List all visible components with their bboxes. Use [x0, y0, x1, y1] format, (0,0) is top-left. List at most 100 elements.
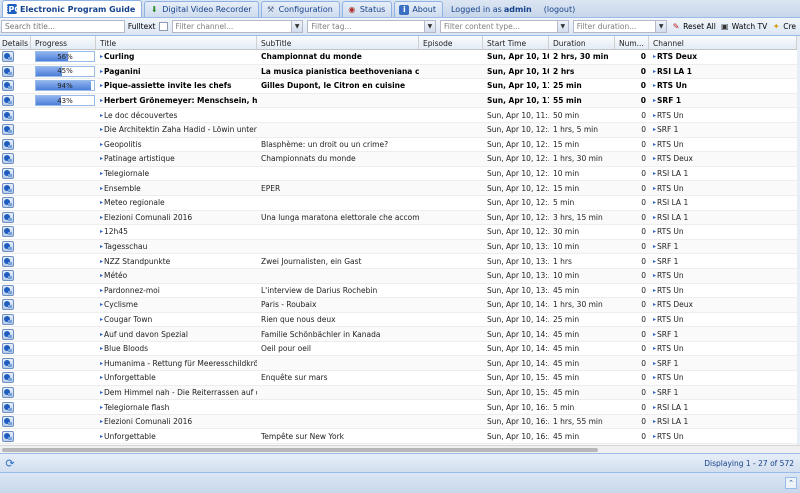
- tag-filter[interactable]: Filter tag... ▼: [307, 20, 436, 33]
- column-header-channel[interactable]: Channel: [649, 36, 797, 49]
- progress-cell: [31, 284, 96, 298]
- details-icon[interactable]: [2, 109, 14, 121]
- tab-about[interactable]: i About: [394, 1, 443, 17]
- details-icon[interactable]: [2, 255, 14, 267]
- content-type-filter[interactable]: Filter content type... ▼: [439, 20, 569, 33]
- edit-marker-icon: ▸: [653, 432, 657, 440]
- table-row[interactable]: ▸ Météo Sun, Apr 10, 13:... 10 min 0 ▸ RTS Un: [0, 268, 797, 284]
- table-row[interactable]: ▸ Meteo regionale Sun, Apr 10, 12:... 5 min…: [0, 196, 797, 211]
- column-header-subtitle[interactable]: SubTitle: [257, 36, 419, 49]
- table-row[interactable]: ▸ Die Architektin Zaha Hadid - Löwin unte…: [0, 122, 797, 138]
- details-icon[interactable]: [2, 65, 14, 77]
- details-icon[interactable]: [2, 357, 14, 369]
- table-row[interactable]: ▸ Cougar Town Rien que nous deux Sun, Apr 1…: [0, 313, 797, 328]
- details-cell: [0, 269, 31, 283]
- details-icon[interactable]: [2, 430, 14, 442]
- fulltext-toggle[interactable]: Fulltext: [128, 22, 168, 31]
- column-header-title[interactable]: Title: [96, 36, 257, 49]
- details-icon[interactable]: [2, 211, 14, 223]
- create-button[interactable]: ✦ Cre: [771, 22, 796, 32]
- details-icon[interactable]: [2, 182, 14, 194]
- channel-filter[interactable]: Filter channel... ▼: [171, 20, 304, 33]
- details-icon[interactable]: [2, 80, 14, 92]
- table-row[interactable]: ▸ Le doc découvertes Sun, Apr 10, 11:... 50…: [0, 108, 797, 123]
- progress-cell: [31, 269, 96, 283]
- row-duration: 25 min: [553, 314, 580, 324]
- duration-filter[interactable]: Filter duration... ▼: [572, 20, 668, 33]
- chevron-down-icon[interactable]: ▼: [423, 21, 435, 32]
- table-row[interactable]: ▸ Tagesschau Sun, Apr 10, 13:... 10 min 0 ▸ SR…: [0, 239, 797, 255]
- progress-cell: [31, 211, 96, 225]
- chevron-down-icon[interactable]: ▼: [556, 21, 568, 32]
- table-row[interactable]: 43%▸Herbert Grönemeyer: Menschsein, hier…: [0, 93, 797, 109]
- tab-status[interactable]: ◉ Status: [341, 1, 393, 17]
- horizontal-scroll-thumb[interactable]: [2, 448, 598, 452]
- table-row[interactable]: ▸ NZZ Standpunkte Zwei Journalisten, ein G…: [0, 254, 797, 269]
- details-icon[interactable]: [2, 138, 14, 150]
- column-header-episode[interactable]: Episode: [419, 36, 483, 49]
- details-icon[interactable]: [2, 416, 14, 428]
- reset-all-button[interactable]: ✎ Reset All: [671, 22, 716, 32]
- title-search-input[interactable]: [1, 20, 125, 33]
- table-row[interactable]: ▸ Patinage artistique Championnats du mond…: [0, 152, 797, 167]
- chevron-down-icon[interactable]: ▼: [291, 21, 303, 32]
- table-row[interactable]: ▸ Geopolitis Blasphème: un droit ou un cri…: [0, 138, 797, 153]
- details-icon[interactable]: [2, 124, 14, 136]
- chevron-down-icon[interactable]: ▼: [655, 21, 667, 32]
- table-row[interactable]: ▸Dem Himmel nah - Die Reiterrassen auf d…: [0, 385, 797, 401]
- table-row[interactable]: ▸ Elezioni Comunali 2016 Una lunga maraton…: [0, 210, 797, 226]
- table-row[interactable]: 56% ▸ Curling Championnat du monde Sun, Apr …: [0, 50, 797, 65]
- horizontal-scrollbar[interactable]: [0, 445, 800, 453]
- row-subtitle: Zwei Journalisten, ein Gast: [261, 256, 362, 266]
- watch-tv-button[interactable]: ▣ Watch TV: [720, 22, 767, 32]
- details-icon[interactable]: [2, 168, 14, 180]
- table-row[interactable]: ▸ Cyclisme Paris - Roubaix Sun, Apr 10, 14:…: [0, 298, 797, 313]
- table-row[interactable]: ▸ Telegiornale flash Sun, Apr 10, 16:... 5 …: [0, 400, 797, 415]
- details-icon[interactable]: [2, 343, 14, 355]
- column-header-duration[interactable]: Duration: [549, 36, 615, 49]
- table-row[interactable]: ▸ Unforgettable Enquête sur mars Sun, Apr 1…: [0, 371, 797, 386]
- details-icon[interactable]: [2, 299, 14, 311]
- details-icon[interactable]: [2, 241, 14, 253]
- details-icon[interactable]: [2, 313, 14, 325]
- table-row[interactable]: ▸ Ensemble EPER Sun, Apr 10, 12:... 15 min 0 ▸…: [0, 181, 797, 196]
- row-channel-cell: ▸ RTS Un: [649, 429, 797, 443]
- tab-dvr[interactable]: ⬇ Digital Video Recorder: [144, 1, 259, 17]
- details-icon[interactable]: [2, 270, 14, 282]
- details-icon[interactable]: [2, 197, 14, 209]
- row-start-time-cell: Sun, Apr 10, 16:...: [483, 415, 549, 429]
- details-icon[interactable]: [2, 328, 14, 340]
- details-icon[interactable]: [2, 284, 14, 296]
- refresh-icon[interactable]: ⟳: [3, 456, 17, 470]
- table-row[interactable]: ▸ Pardonnez-moi L'interview de Darius Roch…: [0, 284, 797, 299]
- table-row[interactable]: ▸ Auf und davon Spezial Familie Schönbächl…: [0, 327, 797, 342]
- column-header-details[interactable]: Details: [0, 36, 31, 49]
- logout-link[interactable]: (logout): [544, 5, 576, 14]
- edit-marker-icon: ▸: [653, 388, 657, 396]
- column-header-progress[interactable]: Progress: [31, 36, 96, 49]
- collapse-up-icon[interactable]: ⌃: [785, 477, 797, 489]
- table-row[interactable]: ▸ 12h45 Sun, Apr 10, 12:... 30 min 0 ▸ RTS Un: [0, 225, 797, 240]
- column-header-start-time[interactable]: Start Time: [483, 36, 549, 49]
- details-icon[interactable]: [2, 401, 14, 413]
- edit-marker-icon: ▸: [653, 126, 657, 134]
- table-row[interactable]: 45% ▸ Paganini La musica pianistica beethov…: [0, 64, 797, 80]
- details-icon[interactable]: [2, 372, 14, 384]
- column-header-number[interactable]: Num...: [615, 36, 649, 49]
- tab-epg[interactable]: EPG Electronic Program Guide: [2, 0, 143, 17]
- details-icon[interactable]: [2, 386, 14, 398]
- details-icon[interactable]: [2, 153, 14, 165]
- table-row[interactable]: ▸ Humanima - Rettung für Meeresschildkröt…: [0, 356, 797, 372]
- table-row[interactable]: 94% ▸ Pique-assiette invite les chefs Gille…: [0, 79, 797, 94]
- details-icon[interactable]: [2, 95, 14, 107]
- fulltext-checkbox[interactable]: [158, 22, 168, 31]
- row-duration: 45 min: [553, 344, 580, 354]
- table-row[interactable]: ▸ Elezioni Comunali 2016 Sun, Apr 10, 16:.…: [0, 414, 797, 430]
- details-icon[interactable]: [2, 226, 14, 238]
- table-row[interactable]: ▸ Blue Bloods Oeil pour oeil Sun, Apr 10, 1…: [0, 342, 797, 357]
- table-row[interactable]: ▸ Unforgettable Tempête sur New York Sun, A…: [0, 429, 797, 445]
- row-start-time-cell: Sun, Apr 10, 16:...: [483, 429, 549, 443]
- table-row[interactable]: ▸ Telegiornale Sun, Apr 10, 12:... 10 min 0 ▸…: [0, 167, 797, 182]
- details-icon[interactable]: [2, 51, 14, 63]
- tab-configuration[interactable]: ⚒ Configuration: [260, 1, 340, 17]
